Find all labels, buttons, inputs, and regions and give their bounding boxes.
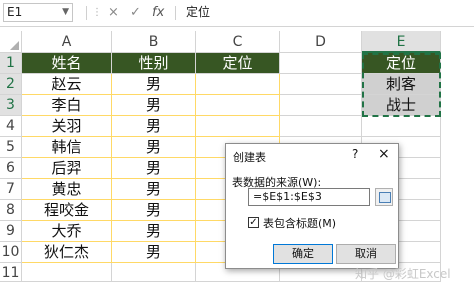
formula-bar: E1 ▼ ⋮ × ✓ fx 定位 <box>0 0 474 27</box>
row-header[interactable]: 9 <box>0 221 22 242</box>
row-header[interactable]: 1 <box>0 53 22 74</box>
has-headers-label[interactable]: 表包含标题(M) <box>263 215 336 231</box>
cell-name[interactable]: 关羽 <box>22 116 112 137</box>
cell-empty[interactable] <box>362 116 441 137</box>
cell-gender[interactable]: 男 <box>112 116 196 137</box>
cell-d1[interactable] <box>280 53 362 74</box>
fx-icon[interactable]: fx <box>152 3 164 23</box>
column-header-a[interactable]: A <box>22 31 112 53</box>
cell-name[interactable]: 后羿 <box>22 158 112 179</box>
row-header[interactable]: 11 <box>0 263 22 282</box>
chevron-down-icon[interactable]: ▼ <box>62 4 69 21</box>
cell-empty[interactable] <box>22 263 112 282</box>
cell-name[interactable]: 韩信 <box>22 137 112 158</box>
create-table-dialog: 创建表 ? × 表数据的来源(W): =$E$1:$E$3 ✓ 表包含标题(M)… <box>225 143 399 269</box>
help-icon[interactable]: ? <box>352 147 358 161</box>
column-header-d[interactable]: D <box>280 31 362 53</box>
range-input[interactable]: =$E$1:$E$3 <box>248 188 370 206</box>
cell-gender[interactable]: 男 <box>112 221 196 242</box>
select-all-button[interactable] <box>0 31 22 53</box>
cell-name[interactable]: 李白 <box>22 95 112 116</box>
row-header[interactable]: 5 <box>0 137 22 158</box>
more-icon: ⋮ <box>92 7 102 18</box>
row-header[interactable]: 8 <box>0 200 22 221</box>
dialog-title: 创建表 <box>233 151 266 164</box>
cell-empty[interactable] <box>280 74 362 95</box>
cell-gender[interactable]: 男 <box>112 137 196 158</box>
divider <box>175 6 176 20</box>
cell-name[interactable]: 赵云 <box>22 74 112 95</box>
enter-icon[interactable]: ✓ <box>130 3 141 23</box>
cell-gender[interactable]: 男 <box>112 179 196 200</box>
close-icon[interactable]: × <box>378 146 390 162</box>
cell-name[interactable]: 黄忠 <box>22 179 112 200</box>
cell-b1[interactable]: 性别 <box>112 53 196 74</box>
row-header[interactable]: 3 <box>0 95 22 116</box>
row-header[interactable]: 7 <box>0 179 22 200</box>
cancel-button[interactable]: 取消 <box>336 244 396 264</box>
cell-position[interactable] <box>196 74 280 95</box>
cell-empty[interactable] <box>112 263 196 282</box>
column-header-e[interactable]: E <box>362 31 441 53</box>
has-headers-checkbox[interactable]: ✓ <box>248 217 259 228</box>
cell-gender[interactable]: 男 <box>112 95 196 116</box>
cell-gender[interactable]: 男 <box>112 200 196 221</box>
cell-a1[interactable]: 姓名 <box>22 53 112 74</box>
row-header[interactable]: 4 <box>0 116 22 137</box>
row-header[interactable]: 2 <box>0 74 22 95</box>
cell-name[interactable]: 程咬金 <box>22 200 112 221</box>
cell-position[interactable] <box>196 116 280 137</box>
formula-input[interactable]: 定位 <box>180 3 472 22</box>
name-box-value: E1 <box>7 5 23 19</box>
row-header[interactable]: 10 <box>0 242 22 263</box>
cell-position[interactable] <box>196 95 280 116</box>
cell-e1[interactable]: 定位 <box>362 53 441 74</box>
range-picker-icon <box>379 192 391 203</box>
cell-gender[interactable]: 男 <box>112 74 196 95</box>
cancel-icon[interactable]: × <box>108 3 119 23</box>
column-header-b[interactable]: B <box>112 31 196 53</box>
cell-name[interactable]: 大乔 <box>22 221 112 242</box>
cell-gender[interactable]: 男 <box>112 242 196 263</box>
row-header[interactable]: 6 <box>0 158 22 179</box>
watermark: 知乎 @彩虹Excel <box>355 267 451 281</box>
cell-e3[interactable]: 战士 <box>362 95 441 116</box>
cell-empty[interactable] <box>280 116 362 137</box>
cell-empty[interactable] <box>280 95 362 116</box>
name-box[interactable]: E1 ▼ <box>3 3 73 22</box>
ok-button[interactable]: 确定 <box>273 244 333 264</box>
cell-e2[interactable]: 刺客 <box>362 74 441 95</box>
cell-gender[interactable]: 男 <box>112 158 196 179</box>
cell-c1[interactable]: 定位 <box>196 53 280 74</box>
range-picker-button[interactable] <box>375 188 393 206</box>
column-headers: A B C D E <box>0 31 474 53</box>
divider <box>86 6 87 20</box>
cell-name[interactable]: 狄仁杰 <box>22 242 112 263</box>
column-header-c[interactable]: C <box>196 31 280 53</box>
